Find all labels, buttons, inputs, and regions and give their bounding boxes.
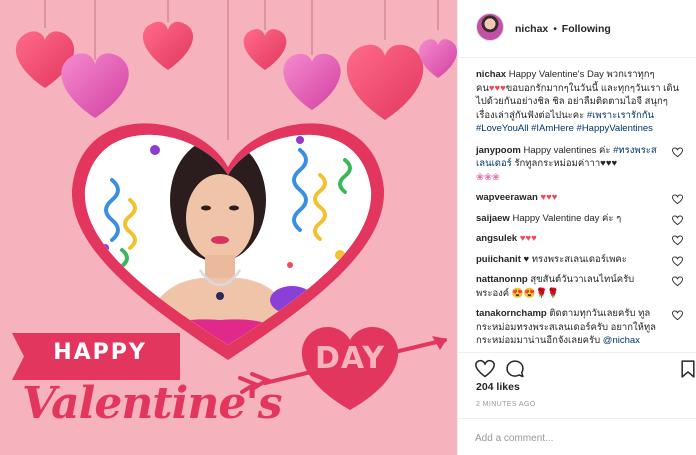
header-username[interactable]: nichax	[515, 23, 548, 35]
comment-like-icon[interactable]	[672, 214, 683, 226]
comment-username[interactable]: wapveerawan	[476, 192, 538, 203]
following-button[interactable]: Following	[562, 23, 611, 35]
heart-outline-icon[interactable]	[475, 359, 495, 379]
action-bar	[458, 352, 696, 378]
comment-like-icon[interactable]	[672, 146, 683, 158]
comment-text: ♥ ทรงพระสเลนเดอร์เพคะ	[523, 253, 627, 265]
comment-like-icon[interactable]	[672, 276, 683, 287]
comment-item: tanakornchamp ติดตามทุกวันเลยครับ ทูลกระ…	[476, 307, 683, 345]
hashtag-link[interactable]: #เพราะเรารักกัน	[587, 110, 654, 121]
post-timestamp[interactable]: 2 MINUTES AGO	[476, 401, 536, 408]
caption-username[interactable]: nichax	[476, 69, 506, 80]
comment-like-icon[interactable]	[672, 310, 683, 321]
header-separator: •	[553, 23, 557, 35]
comment-like-icon[interactable]	[672, 235, 683, 246]
header-line: nichax • Following	[515, 23, 611, 35]
comment-item: puiichanit ♥ ทรงพระสเลนเดอร์เพคะ	[476, 253, 683, 267]
comment-item: nattanonnp สุขสันต์วันวาเลนไทน์ครับพระอง…	[476, 273, 683, 300]
comment-username[interactable]: nattanonnp	[476, 274, 528, 285]
hashtag-link[interactable]: #LoveYouAll	[476, 123, 528, 134]
comment-text-2: รักทูลกระหม่อมค่าาา♥♥♥	[514, 158, 618, 169]
comment-like-icon[interactable]	[672, 194, 683, 205]
comment-item: janypoom Happy valentines ค่ะ #ทรงพระสเล…	[476, 144, 683, 185]
avatar[interactable]	[476, 13, 504, 41]
post-header: nichax • Following	[458, 0, 696, 58]
comment-username[interactable]: tanakornchamp	[476, 308, 547, 319]
hashtag-link[interactable]: #HappyValentines	[577, 123, 653, 134]
comment-username[interactable]: saijaew	[476, 213, 510, 224]
comment-text: Happy Valentine day ค่ะ ๆ	[512, 212, 622, 224]
post-image[interactable]: HAPPY DAY Valentine's	[0, 0, 457, 455]
comment-item: saijaew Happy Valentine day ค่ะ ๆ	[476, 212, 683, 226]
hanging-hearts	[15, 21, 457, 120]
mention-link[interactable]: @nichax	[603, 335, 640, 345]
comment-text: ♥♥♥	[519, 233, 537, 244]
comment-text: ♥♥♥	[540, 192, 558, 203]
comment-item: angsulek ♥♥♥	[476, 232, 683, 246]
likes-count[interactable]: 204 likes	[476, 381, 520, 393]
comment-bubble-icon[interactable]	[505, 359, 525, 379]
bookmark-icon[interactable]	[678, 359, 696, 379]
caption-hearts: ♥♥♥	[488, 82, 506, 94]
hashtag-link[interactable]: #IAmHere	[531, 123, 574, 134]
comment-username[interactable]: puiichanit	[476, 254, 521, 265]
add-comment-section	[458, 418, 696, 455]
comment-item: wapveerawan ♥♥♥	[476, 191, 683, 205]
comment-username[interactable]: janypoom	[476, 145, 521, 156]
happy-text: HAPPY	[53, 340, 147, 365]
caption: nichax Happy Valentine's Day พวกเราทุกๆ …	[476, 68, 683, 136]
comment-username[interactable]: angsulek	[476, 233, 517, 244]
add-comment-input[interactable]	[475, 429, 680, 447]
comment-emoji: ❀❀❀	[476, 171, 500, 183]
day-text: DAY	[315, 341, 385, 376]
valentines-text: Valentine's	[22, 378, 283, 429]
portrait-photo	[84, 134, 372, 345]
post-side-panel: nichax • Following nichax Happy Valentin…	[457, 0, 696, 455]
comments-list[interactable]: nichax Happy Valentine's Day พวกเราทุกๆ …	[458, 58, 696, 345]
comment-text: Happy valentines ค่ะ	[523, 144, 611, 156]
comment-like-icon[interactable]	[672, 255, 683, 267]
